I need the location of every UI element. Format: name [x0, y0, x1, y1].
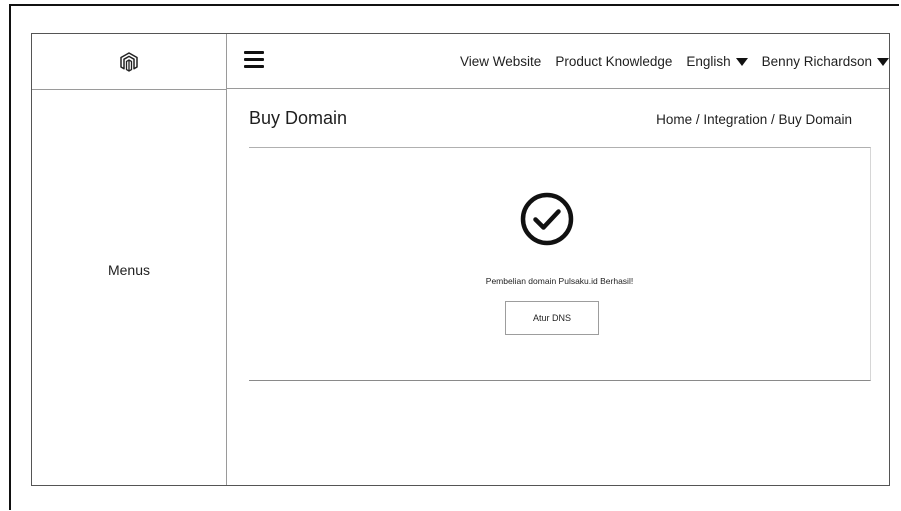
page-title: Buy Domain [249, 108, 348, 128]
top-nav-links: View Website Product Knowledge English B… [446, 34, 889, 89]
app-container: Menus View Website Product Knowledge Eng… [31, 33, 890, 486]
success-message: Pembelian domain Pulsaku.id Berhasil! [485, 276, 634, 286]
caret-down-icon [877, 57, 889, 66]
breadcrumb[interactable]: Home / Integration / Buy Domain [656, 112, 852, 127]
check-circle-icon [520, 192, 574, 246]
magento-logo-icon [120, 51, 138, 72]
top-navbar: View Website Product Knowledge English B… [227, 34, 889, 89]
content-panel: Pembelian domain Pulsaku.id Berhasil! At… [249, 147, 871, 381]
user-name: Benny Richardson [761, 54, 872, 69]
caret-down-icon [735, 57, 748, 66]
hamburger-menu-icon[interactable] [244, 51, 264, 68]
sidebar: Menus [32, 34, 227, 485]
sidebar-menus-label: Menus [107, 262, 151, 278]
view-website-link[interactable]: View Website [460, 54, 541, 69]
user-dropdown[interactable]: Benny Richardson [762, 54, 889, 69]
atur-dns-button[interactable]: Atur DNS [505, 301, 599, 335]
language-label: English [686, 54, 731, 69]
logo[interactable] [32, 34, 226, 90]
language-dropdown[interactable]: English [686, 54, 748, 69]
product-knowledge-link[interactable]: Product Knowledge [555, 54, 672, 69]
